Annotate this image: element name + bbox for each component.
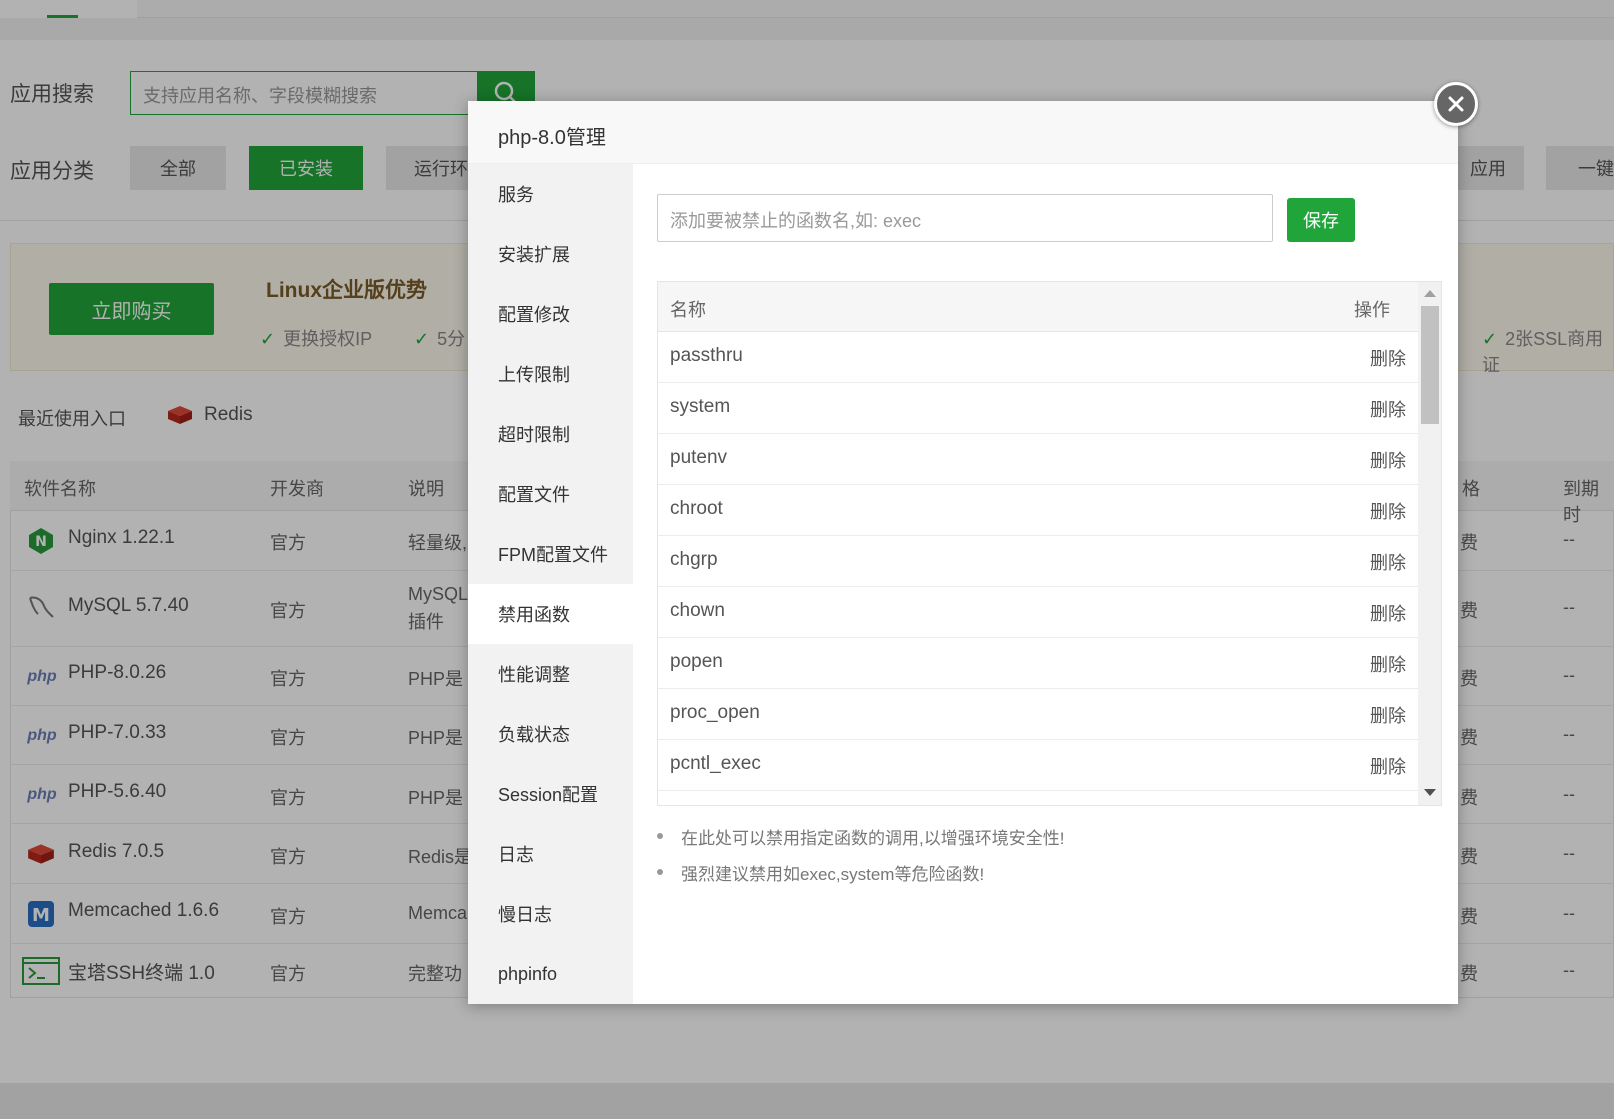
nav-item-session-config[interactable]: Session配置 [468, 764, 633, 824]
dialog-content: 添加要被禁止的函数名,如: exec 保存 名称 操作 passthru 删除 s… [633, 164, 1458, 1004]
function-name: popen [670, 651, 723, 672]
dialog-side-nav: 服务 安装扩展 配置修改 上传限制 超时限制 配置文件 FPM配置文件 禁用函数… [468, 164, 633, 1004]
nav-item-slow-log[interactable]: 慢日志 [468, 884, 633, 944]
disabled-functions-table: 名称 操作 passthru 删除 system 删除 putenv 删除 chroo… [657, 281, 1442, 806]
table-row: passthru 删除 [658, 332, 1418, 383]
function-name: passthru [670, 345, 743, 366]
table-row: popen 删除 [658, 638, 1418, 689]
nav-item-phpinfo[interactable]: phpinfo [468, 944, 633, 1004]
col-operation: 操作 [1354, 300, 1390, 320]
table-row-partial [658, 791, 1418, 805]
functions-table-header: 名称 操作 [658, 282, 1418, 332]
tip-item: 在此处可以禁用指定函数的调用,以增强环境安全性! [657, 818, 1064, 854]
php-manager-dialog: php-8.0管理 服务 安装扩展 配置修改 上传限制 超时限制 配置文件 FP… [468, 101, 1458, 1004]
dialog-header: php-8.0管理 [468, 101, 1458, 164]
function-name: chown [670, 600, 725, 621]
dialog-title: php-8.0管理 [498, 127, 606, 149]
delete-button[interactable]: 删除 [1370, 600, 1406, 626]
function-name: pcntl_exec [670, 753, 761, 774]
save-button[interactable]: 保存 [1287, 198, 1355, 242]
table-row: pcntl_exec 删除 [658, 740, 1418, 791]
table-scrollbar[interactable] [1418, 282, 1441, 805]
table-row: chown 删除 [658, 587, 1418, 638]
delete-button[interactable]: 删除 [1370, 549, 1406, 575]
delete-button[interactable]: 删除 [1370, 753, 1406, 779]
bullet-icon [657, 869, 663, 875]
function-name: system [670, 396, 731, 417]
tips-list: 在此处可以禁用指定函数的调用,以增强环境安全性! 强烈建议禁用如exec,sys… [657, 818, 1064, 890]
nav-item-config-file[interactable]: 配置文件 [468, 464, 633, 524]
tip-text: 强烈建议禁用如exec,system等危险函数! [681, 864, 985, 884]
nav-item-performance[interactable]: 性能调整 [468, 644, 633, 704]
function-name: chroot [670, 498, 723, 519]
close-button[interactable] [1434, 82, 1478, 126]
nav-item-config-edit[interactable]: 配置修改 [468, 284, 633, 344]
function-name: putenv [670, 447, 728, 468]
nav-item-disabled-functions[interactable]: 禁用函数 [468, 584, 633, 644]
nav-item-fpm-config[interactable]: FPM配置文件 [468, 524, 633, 584]
table-row: putenv 删除 [658, 434, 1418, 485]
table-row: proc_open 删除 [658, 689, 1418, 740]
function-name: proc_open [670, 702, 760, 723]
nav-item-install-extension[interactable]: 安装扩展 [468, 224, 633, 284]
delete-button[interactable]: 删除 [1370, 345, 1406, 371]
col-name: 名称 [670, 300, 706, 320]
scroll-thumb[interactable] [1421, 306, 1439, 424]
nav-item-timeout-limit[interactable]: 超时限制 [468, 404, 633, 464]
delete-button[interactable]: 删除 [1370, 447, 1406, 473]
scroll-up-icon[interactable] [1424, 290, 1436, 297]
table-row: system 删除 [658, 383, 1418, 434]
delete-button[interactable]: 删除 [1370, 498, 1406, 524]
table-row: chgrp 删除 [658, 536, 1418, 587]
delete-button[interactable]: 删除 [1370, 702, 1406, 728]
nav-item-load-status[interactable]: 负载状态 [468, 704, 633, 764]
nav-item-service[interactable]: 服务 [468, 164, 633, 224]
nav-item-upload-limit[interactable]: 上传限制 [468, 344, 633, 404]
function-name-input[interactable]: 添加要被禁止的函数名,如: exec [657, 194, 1273, 242]
bullet-icon [657, 833, 663, 839]
close-icon [1448, 96, 1464, 112]
delete-button[interactable]: 删除 [1370, 396, 1406, 422]
tip-text: 在此处可以禁用指定函数的调用,以增强环境安全性! [681, 828, 1065, 848]
function-name: chgrp [670, 549, 718, 570]
delete-button[interactable]: 删除 [1370, 651, 1406, 677]
scroll-down-icon[interactable] [1424, 789, 1436, 796]
nav-item-log[interactable]: 日志 [468, 824, 633, 884]
table-row: chroot 删除 [658, 485, 1418, 536]
tip-item: 强烈建议禁用如exec,system等危险函数! [657, 854, 1064, 890]
